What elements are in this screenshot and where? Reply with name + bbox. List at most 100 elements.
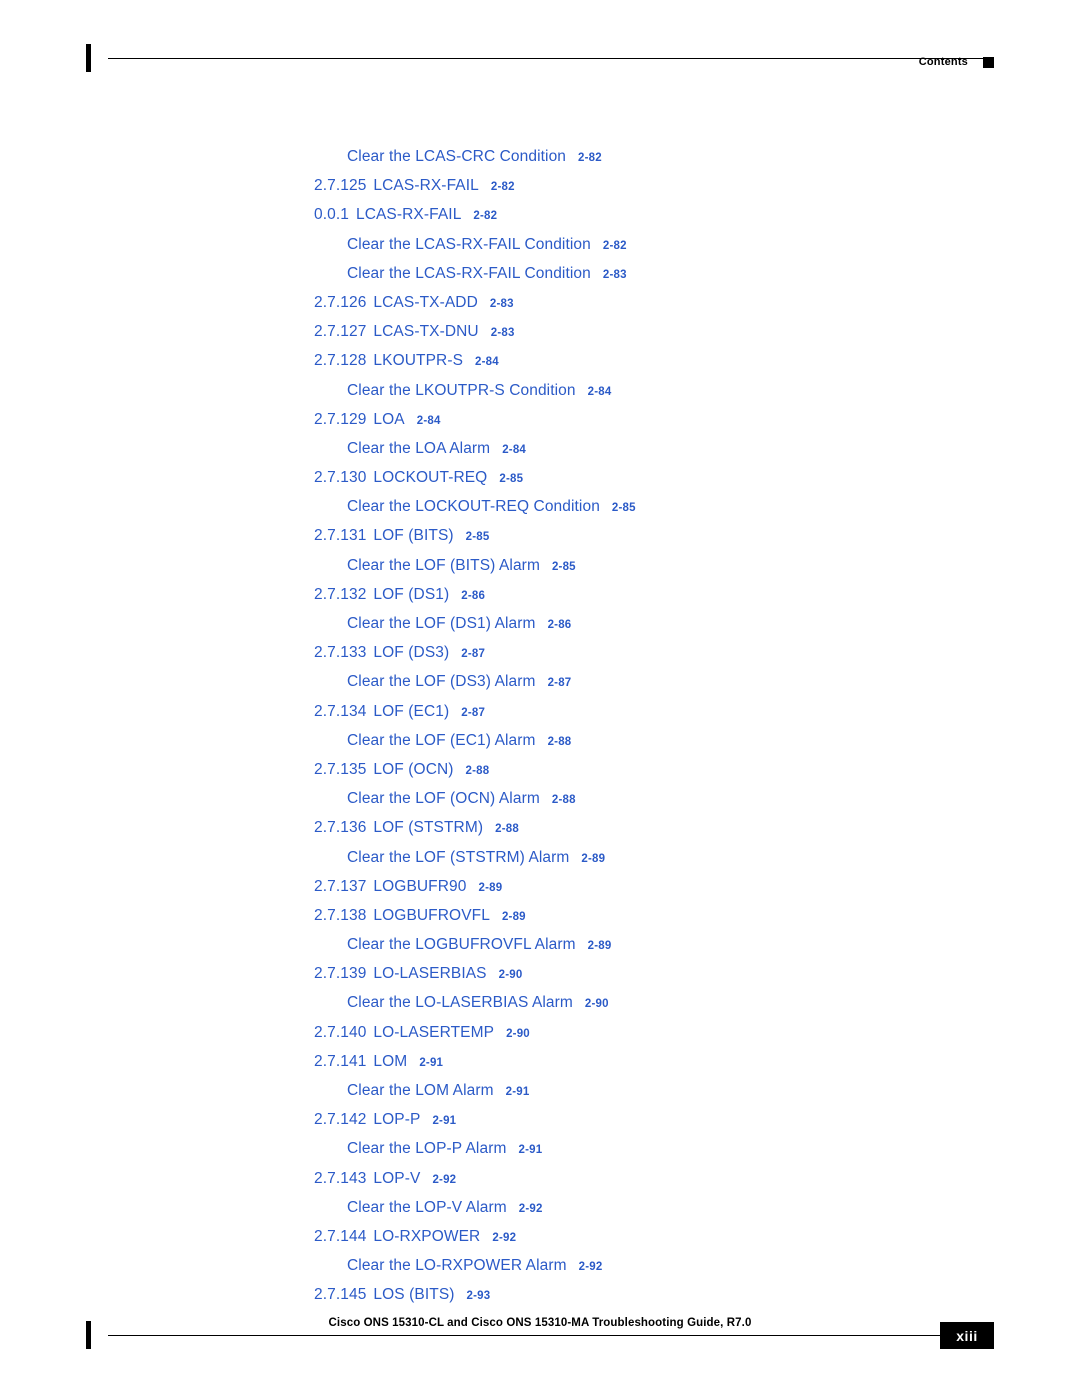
toc-entry[interactable]: Clear the LOF (DS3) Alarm 2-87 <box>0 673 1080 702</box>
toc-entry[interactable]: Clear the LOF (EC1) Alarm 2-88 <box>0 732 1080 761</box>
toc-entry[interactable]: 2.7.144 LO-RXPOWER 2-92 <box>0 1228 1080 1257</box>
toc-entry-title: LOS (BITS) <box>373 1286 455 1304</box>
toc-entry-title: LOM <box>373 1052 408 1070</box>
toc-entry-number: 0.0.1 <box>314 206 349 224</box>
toc-entry-page: 2-92 <box>578 1261 603 1274</box>
toc-entry[interactable]: 2.7.136 LOF (STSTRM) 2-88 <box>0 819 1080 848</box>
toc-entry-page: 2-89 <box>581 852 606 865</box>
toc-entry-title: LOF (OCN) <box>373 760 454 778</box>
toc-entry[interactable]: 2.7.129 LOA 2-84 <box>0 411 1080 440</box>
toc-entry[interactable]: 2.7.125 LCAS-RX-FAIL 2-82 <box>0 177 1080 206</box>
toc-entry[interactable]: 0.0.1 LCAS-RX-FAIL 2-82 <box>0 206 1080 235</box>
toc-entry-title: Clear the LOF (OCN) Alarm <box>347 790 540 808</box>
footer-document-title: Cisco ONS 15310-CL and Cisco ONS 15310-M… <box>328 1317 752 1329</box>
toc-entry[interactable]: 2.7.127 LCAS-TX-DNU 2-83 <box>0 323 1080 352</box>
toc-entry[interactable]: Clear the LOF (OCN) Alarm 2-88 <box>0 790 1080 819</box>
toc-entry[interactable]: Clear the LOCKOUT-REQ Condition 2-85 <box>0 498 1080 527</box>
toc-entry[interactable]: 2.7.141 LOM 2-91 <box>0 1053 1080 1082</box>
toc-entry-page: 2-91 <box>419 1056 444 1069</box>
toc-entry-title: LO-LASERBIAS <box>373 965 487 983</box>
page-number-badge: xiii <box>940 1322 994 1349</box>
toc-entry[interactable]: Clear the LOF (BITS) Alarm 2-85 <box>0 557 1080 586</box>
toc-entry-number: 2.7.135 <box>314 760 367 778</box>
toc-entry[interactable]: Clear the LCAS-CRC Condition 2-82 <box>0 148 1080 177</box>
toc-entry-title: Clear the LCAS-RX-FAIL Condition <box>347 235 591 253</box>
toc-entry-number: 2.7.130 <box>314 469 367 487</box>
toc-entry[interactable]: Clear the LOF (STSTRM) Alarm 2-89 <box>0 849 1080 878</box>
toc-entry-number: 2.7.145 <box>314 1286 367 1304</box>
toc-entry-title: Clear the LOF (BITS) Alarm <box>347 556 540 574</box>
toc-entry[interactable]: 2.7.135 LOF (OCN) 2-88 <box>0 761 1080 790</box>
toc-entry-page: 2-91 <box>505 1086 530 1098</box>
toc-entry-title: LOF (STSTRM) <box>373 819 484 837</box>
toc-entry[interactable]: Clear the LCAS-RX-FAIL Condition 2-82 <box>0 236 1080 265</box>
toc-entry[interactable]: 2.7.128 LKOUTPR-S 2-84 <box>0 352 1080 381</box>
header-divider <box>108 58 994 59</box>
toc-entry-page: 2-90 <box>584 998 609 1011</box>
toc-entry-page: 2-92 <box>518 1202 543 1215</box>
toc-entry-title: Clear the LOF (EC1) Alarm <box>347 731 536 749</box>
toc-entry[interactable]: Clear the LOGBUFROVFL Alarm 2-89 <box>0 936 1080 965</box>
toc-entry-title: Clear the LOA Alarm <box>347 439 491 457</box>
toc-entry-page: 2-85 <box>499 473 524 486</box>
toc-entry-number: 2.7.141 <box>314 1052 367 1070</box>
toc-entry-page: 2-83 <box>489 297 514 310</box>
toc-entry-page: 2-87 <box>461 648 486 661</box>
toc-entry-title: Clear the LOP-P Alarm <box>347 1140 507 1158</box>
toc-entry[interactable]: 2.7.145 LOS (BITS) 2-93 <box>0 1286 1080 1315</box>
toc-entry[interactable]: Clear the LOP-P Alarm 2-91 <box>0 1140 1080 1169</box>
toc-entry-number: 2.7.137 <box>314 877 367 895</box>
toc-entry-title: LKOUTPR-S <box>373 352 464 370</box>
toc-entry-number: 2.7.125 <box>314 177 367 195</box>
toc-entry-page: 2-86 <box>461 589 486 602</box>
toc-entry-title: Clear the LOF (DS3) Alarm <box>347 673 536 691</box>
toc-entry[interactable]: 2.7.133 LOF (DS3) 2-87 <box>0 644 1080 673</box>
toc-entry-page: 2-82 <box>578 152 602 164</box>
toc-entry[interactable]: 2.7.132 LOF (DS1) 2-86 <box>0 586 1080 615</box>
toc-entry[interactable]: 2.7.130 LOCKOUT-REQ 2-85 <box>0 469 1080 498</box>
toc-entry-number: 2.7.138 <box>314 906 367 924</box>
toc-entry-title: LOP-V <box>373 1169 421 1187</box>
toc-entry[interactable]: Clear the LOA Alarm 2-84 <box>0 440 1080 469</box>
toc-entry-title: Clear the LOCKOUT-REQ Condition <box>347 498 600 516</box>
toc-entry-title: Clear the LOF (DS1) Alarm <box>347 615 536 632</box>
toc-entry-page: 2-84 <box>502 443 527 456</box>
toc-entry-number: 2.7.136 <box>314 819 367 837</box>
toc-entry-page: 2-88 <box>465 764 490 777</box>
toc-entry[interactable]: 2.7.139 LO-LASERBIAS 2-90 <box>0 965 1080 994</box>
toc-entry[interactable]: 2.7.142 LOP-P 2-91 <box>0 1111 1080 1140</box>
toc-entry[interactable]: Clear the LOF (DS1) Alarm 2-86 <box>0 615 1080 644</box>
toc-entry[interactable]: Clear the LOM Alarm 2-91 <box>0 1082 1080 1111</box>
toc-entry-page: 2-82 <box>473 210 498 223</box>
toc-entry-page: 2-90 <box>498 969 523 982</box>
toc-entry[interactable]: Clear the LO-RXPOWER Alarm 2-92 <box>0 1257 1080 1286</box>
toc-entry[interactable]: 2.7.134 LOF (EC1) 2-87 <box>0 703 1080 732</box>
toc-entry-title: LOF (EC1) <box>373 702 450 720</box>
toc-entry-title: LCAS-RX-FAIL <box>355 206 462 224</box>
toc-entry-page: 2-85 <box>551 560 576 573</box>
toc-entry[interactable]: 2.7.143 LOP-V 2-92 <box>0 1170 1080 1199</box>
toc-entry[interactable]: Clear the LKOUTPR-S Condition 2-84 <box>0 382 1080 411</box>
toc-entry-title: Clear the LO-LASERBIAS Alarm <box>347 994 573 1012</box>
toc-entry[interactable]: 2.7.131 LOF (BITS) 2-85 <box>0 527 1080 556</box>
toc-entry[interactable]: 2.7.137 LOGBUFR90 2-89 <box>0 878 1080 907</box>
toc-entry[interactable]: 2.7.138 LOGBUFROVFL 2-89 <box>0 907 1080 936</box>
toc-entry-title: Clear the LO-RXPOWER Alarm <box>347 1257 567 1275</box>
toc-entry-page: 2-88 <box>551 794 576 807</box>
toc-entry[interactable]: Clear the LO-LASERBIAS Alarm 2-90 <box>0 994 1080 1023</box>
toc-entry-title: Clear the LOP-V Alarm <box>347 1198 507 1216</box>
toc-entry[interactable]: 2.7.140 LO-LASERTEMP 2-90 <box>0 1024 1080 1053</box>
toc-entry[interactable]: Clear the LOP-V Alarm 2-92 <box>0 1199 1080 1228</box>
toc-entry-number: 2.7.131 <box>314 527 367 545</box>
header-square-marker <box>983 57 994 68</box>
toc-entry-page: 2-82 <box>602 239 627 252</box>
toc-entry-page: 2-93 <box>466 1290 491 1303</box>
toc-entry[interactable]: Clear the LCAS-RX-FAIL Condition 2-83 <box>0 265 1080 294</box>
toc-entry-page: 2-92 <box>492 1231 517 1244</box>
toc-entry-page: 2-87 <box>461 706 486 719</box>
footer-divider <box>108 1335 994 1336</box>
toc-entry-page: 2-89 <box>587 940 612 953</box>
toc-entry-title: Clear the LOM Alarm <box>347 1082 494 1099</box>
table-of-contents: Clear the LCAS-CRC Condition 2-82 2.7.125 L… <box>0 148 1080 1316</box>
toc-entry[interactable]: 2.7.126 LCAS-TX-ADD 2-83 <box>0 294 1080 323</box>
